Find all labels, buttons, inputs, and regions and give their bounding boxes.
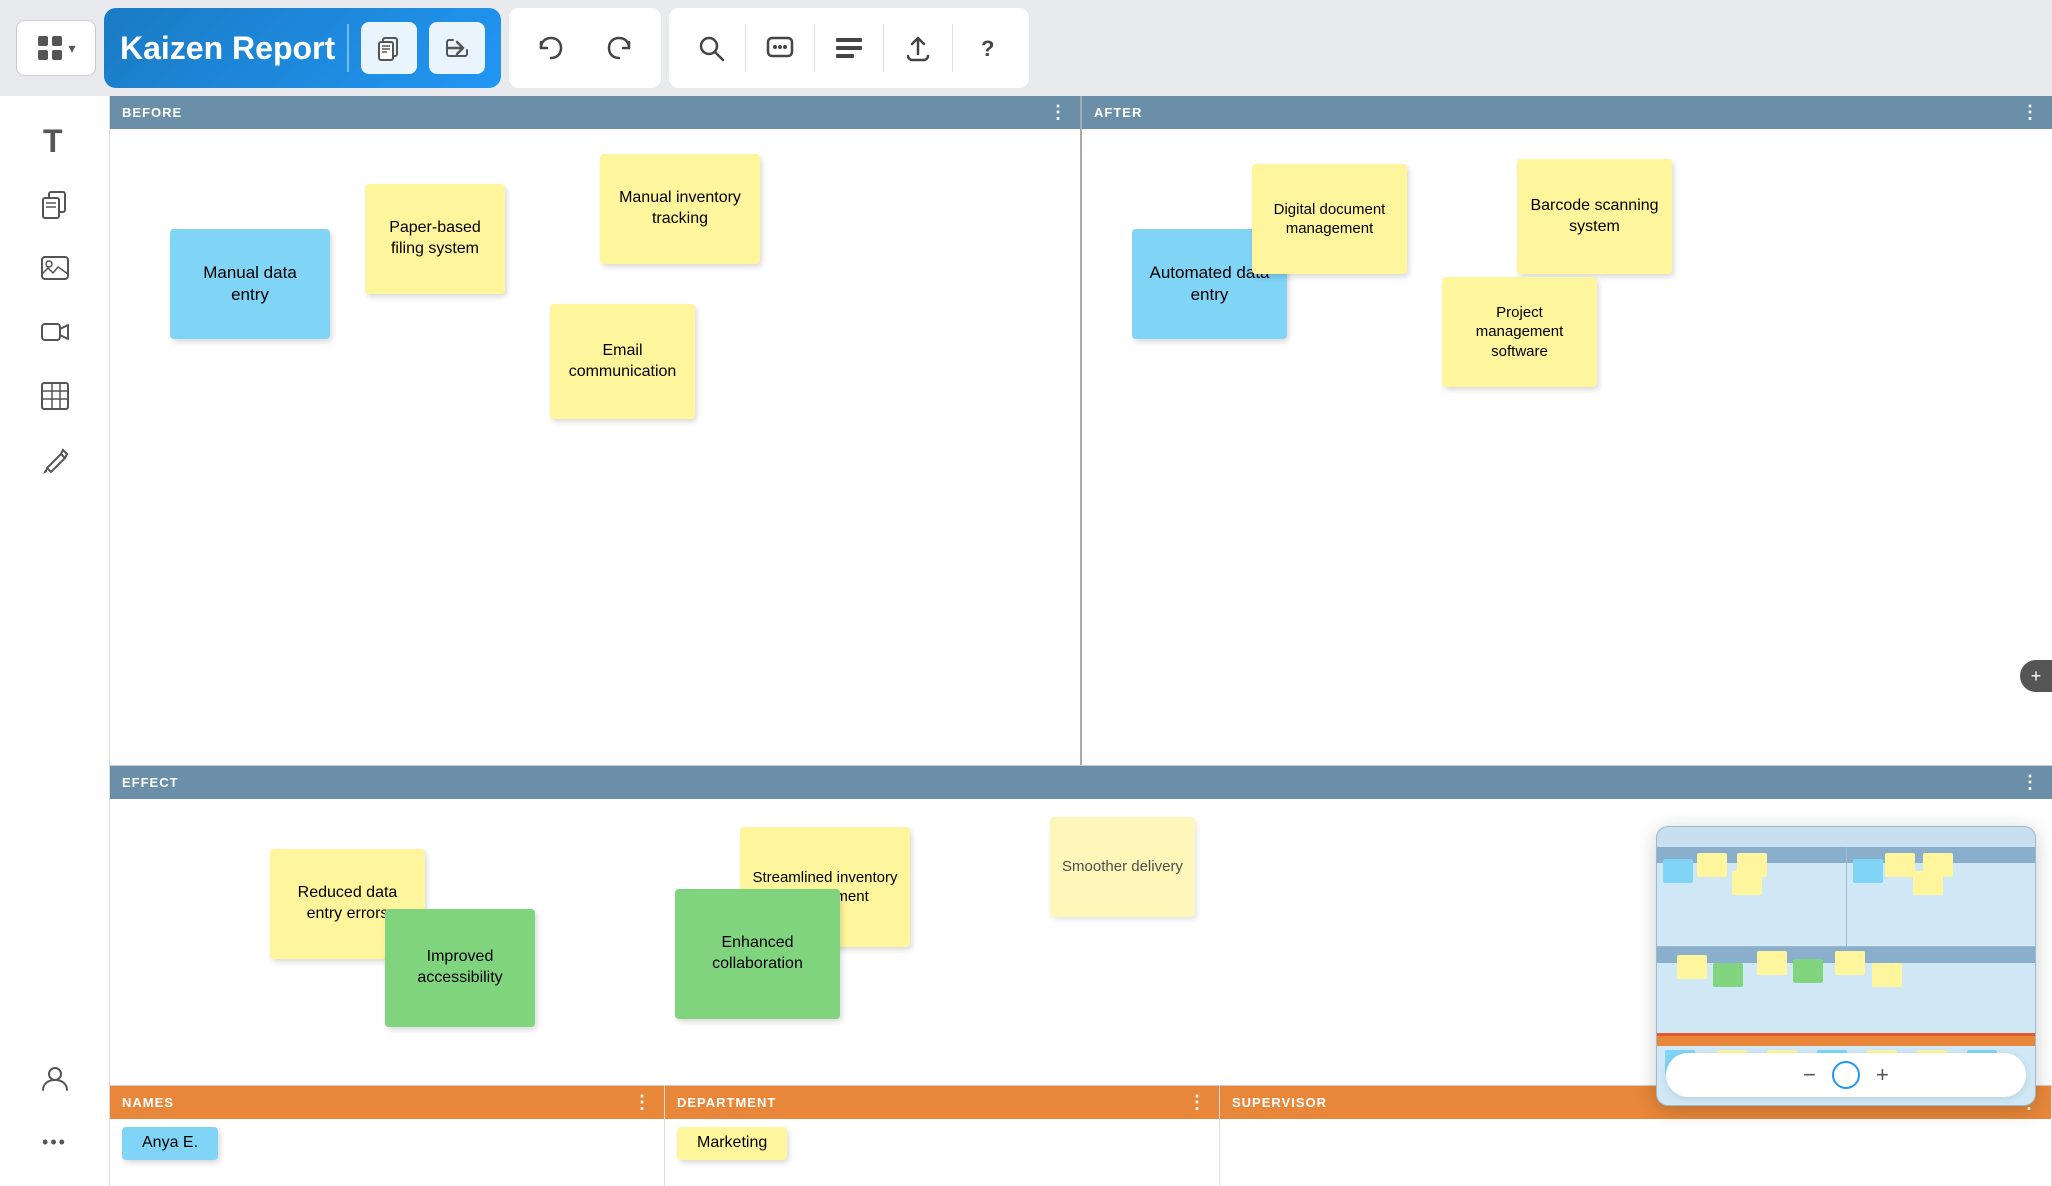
- sticky-smoother-delivery[interactable]: Smoother delivery: [1050, 817, 1195, 917]
- department-col: DEPARTMENT ⋮ Marketing: [665, 1086, 1220, 1186]
- effect-header: EFFECT ⋮: [110, 766, 2052, 799]
- sup-content: [1220, 1119, 2051, 1135]
- sup-label: SUPERVISOR: [1232, 1095, 1327, 1110]
- zoom-plus-button[interactable]: +: [1876, 1062, 1889, 1088]
- layout-button[interactable]: [823, 22, 875, 74]
- after-content[interactable]: Automated data entry Digital document ma…: [1082, 129, 2052, 765]
- sticky-manual-data-entry[interactable]: Manual data entry: [170, 229, 330, 339]
- names-value-sticky[interactable]: Anya E.: [122, 1127, 218, 1160]
- zoom-controls: − +: [1666, 1053, 2026, 1097]
- names-header: NAMES ⋮: [110, 1086, 664, 1119]
- top-bar: ▾ Kaizen Report: [0, 0, 2052, 96]
- share-button[interactable]: [429, 22, 485, 74]
- effect-menu-dots[interactable]: ⋮: [2021, 772, 2040, 793]
- dept-header: DEPARTMENT ⋮: [665, 1086, 1219, 1119]
- before-section: BEFORE ⋮ Manual data entry Paper-based f…: [110, 96, 1082, 765]
- minimap-after-col: [1847, 847, 2036, 946]
- before-content[interactable]: Manual data entry Paper-based filing sys…: [110, 129, 1080, 765]
- mm-e3: [1757, 951, 1787, 975]
- undo-button[interactable]: [525, 22, 577, 74]
- dept-label: DEPARTMENT: [677, 1095, 776, 1110]
- page-title: Kaizen Report: [120, 30, 335, 67]
- copy-button[interactable]: [361, 22, 417, 74]
- after-label: AFTER: [1094, 105, 1142, 120]
- dept-menu-dots[interactable]: ⋮: [1188, 1092, 1207, 1113]
- canvas-area: BEFORE ⋮ Manual data entry Paper-based f…: [110, 96, 2052, 1186]
- zoom-slider-circle[interactable]: [1832, 1061, 1860, 1089]
- before-label: BEFORE: [122, 105, 182, 120]
- minimap-overlay: ⌄: [1656, 826, 2036, 1106]
- history-toolbar: [509, 8, 661, 88]
- sidebar-more-tool[interactable]: •••: [23, 1114, 87, 1170]
- sticky-manual-inventory[interactable]: Manual inventory tracking: [600, 154, 760, 264]
- sidebar-image-tool[interactable]: [23, 240, 87, 296]
- actions-toolbar: ?: [669, 8, 1029, 88]
- comment-button[interactable]: [754, 22, 806, 74]
- sticky-paper-filing[interactable]: Paper-based filing system: [365, 184, 505, 294]
- minimap-row-2: [1657, 947, 2035, 1036]
- svg-text:T: T: [43, 123, 63, 158]
- sidebar-user-tool[interactable]: [23, 1050, 87, 1106]
- mm-e4: [1793, 959, 1823, 983]
- sidebar-video-tool[interactable]: [23, 304, 87, 360]
- redo-button[interactable]: [593, 22, 645, 74]
- help-button[interactable]: ?: [961, 22, 1013, 74]
- mm-s8: [1913, 871, 1943, 895]
- minimap-effect-col: [1657, 947, 2035, 1033]
- title-divider: [347, 24, 349, 72]
- mm-e5: [1835, 951, 1865, 975]
- before-menu-dots[interactable]: ⋮: [1049, 102, 1068, 123]
- upload-button[interactable]: [892, 22, 944, 74]
- sticky-project-mgmt[interactable]: Project management software: [1442, 277, 1597, 387]
- sticky-improved-accessibility[interactable]: Improved accessibility: [385, 909, 535, 1027]
- sticky-email-comm[interactable]: Email communication: [550, 304, 695, 419]
- search-button[interactable]: [685, 22, 737, 74]
- minimap-before-col: [1657, 847, 1847, 946]
- effect-label: EFFECT: [122, 775, 179, 790]
- mm-e2: [1713, 963, 1743, 987]
- mm-s4: [1732, 871, 1762, 895]
- dept-content: Marketing: [665, 1119, 1219, 1168]
- mm-s5: [1853, 859, 1883, 883]
- sticky-digital-document[interactable]: Digital document management: [1252, 164, 1407, 274]
- sidebar-copy-tool[interactable]: [23, 176, 87, 232]
- app-grid-button[interactable]: ▾: [16, 20, 96, 76]
- names-col: NAMES ⋮ Anya E.: [110, 1086, 665, 1186]
- sidebar-table-tool[interactable]: [23, 368, 87, 424]
- after-menu-dots[interactable]: ⋮: [2021, 102, 2040, 123]
- main-layout: T: [0, 96, 2052, 1186]
- zoom-minus-button[interactable]: −: [1803, 1062, 1816, 1088]
- mm-e6: [1872, 963, 1902, 987]
- mm-s2: [1697, 853, 1727, 877]
- after-header: AFTER ⋮: [1082, 96, 2052, 129]
- sticky-barcode-scanning[interactable]: Barcode scanning system: [1517, 159, 1672, 274]
- minimap-row-1: [1657, 847, 2035, 947]
- right-edge-plus-button[interactable]: +: [2020, 660, 2052, 692]
- sidebar-text-tool[interactable]: T: [23, 112, 87, 168]
- names-menu-dots[interactable]: ⋮: [633, 1092, 652, 1113]
- left-sidebar: T: [0, 96, 110, 1186]
- sticky-enhanced-collab[interactable]: Enhanced collaboration: [675, 889, 840, 1019]
- after-section: AFTER ⋮ Automated data entry Digital doc…: [1082, 96, 2052, 765]
- title-block: Kaizen Report: [104, 8, 501, 88]
- mm-s6: [1885, 853, 1915, 877]
- svg-text:?: ?: [981, 36, 994, 61]
- sidebar-pen-tool[interactable]: [23, 432, 87, 488]
- dept-value-sticky[interactable]: Marketing: [677, 1127, 787, 1160]
- names-content: Anya E.: [110, 1119, 664, 1168]
- names-label: NAMES: [122, 1095, 174, 1110]
- mm-e1: [1677, 955, 1707, 979]
- mm-s1: [1663, 859, 1693, 883]
- before-header: BEFORE ⋮: [110, 96, 1080, 129]
- before-after-row: BEFORE ⋮ Manual data entry Paper-based f…: [110, 96, 2052, 766]
